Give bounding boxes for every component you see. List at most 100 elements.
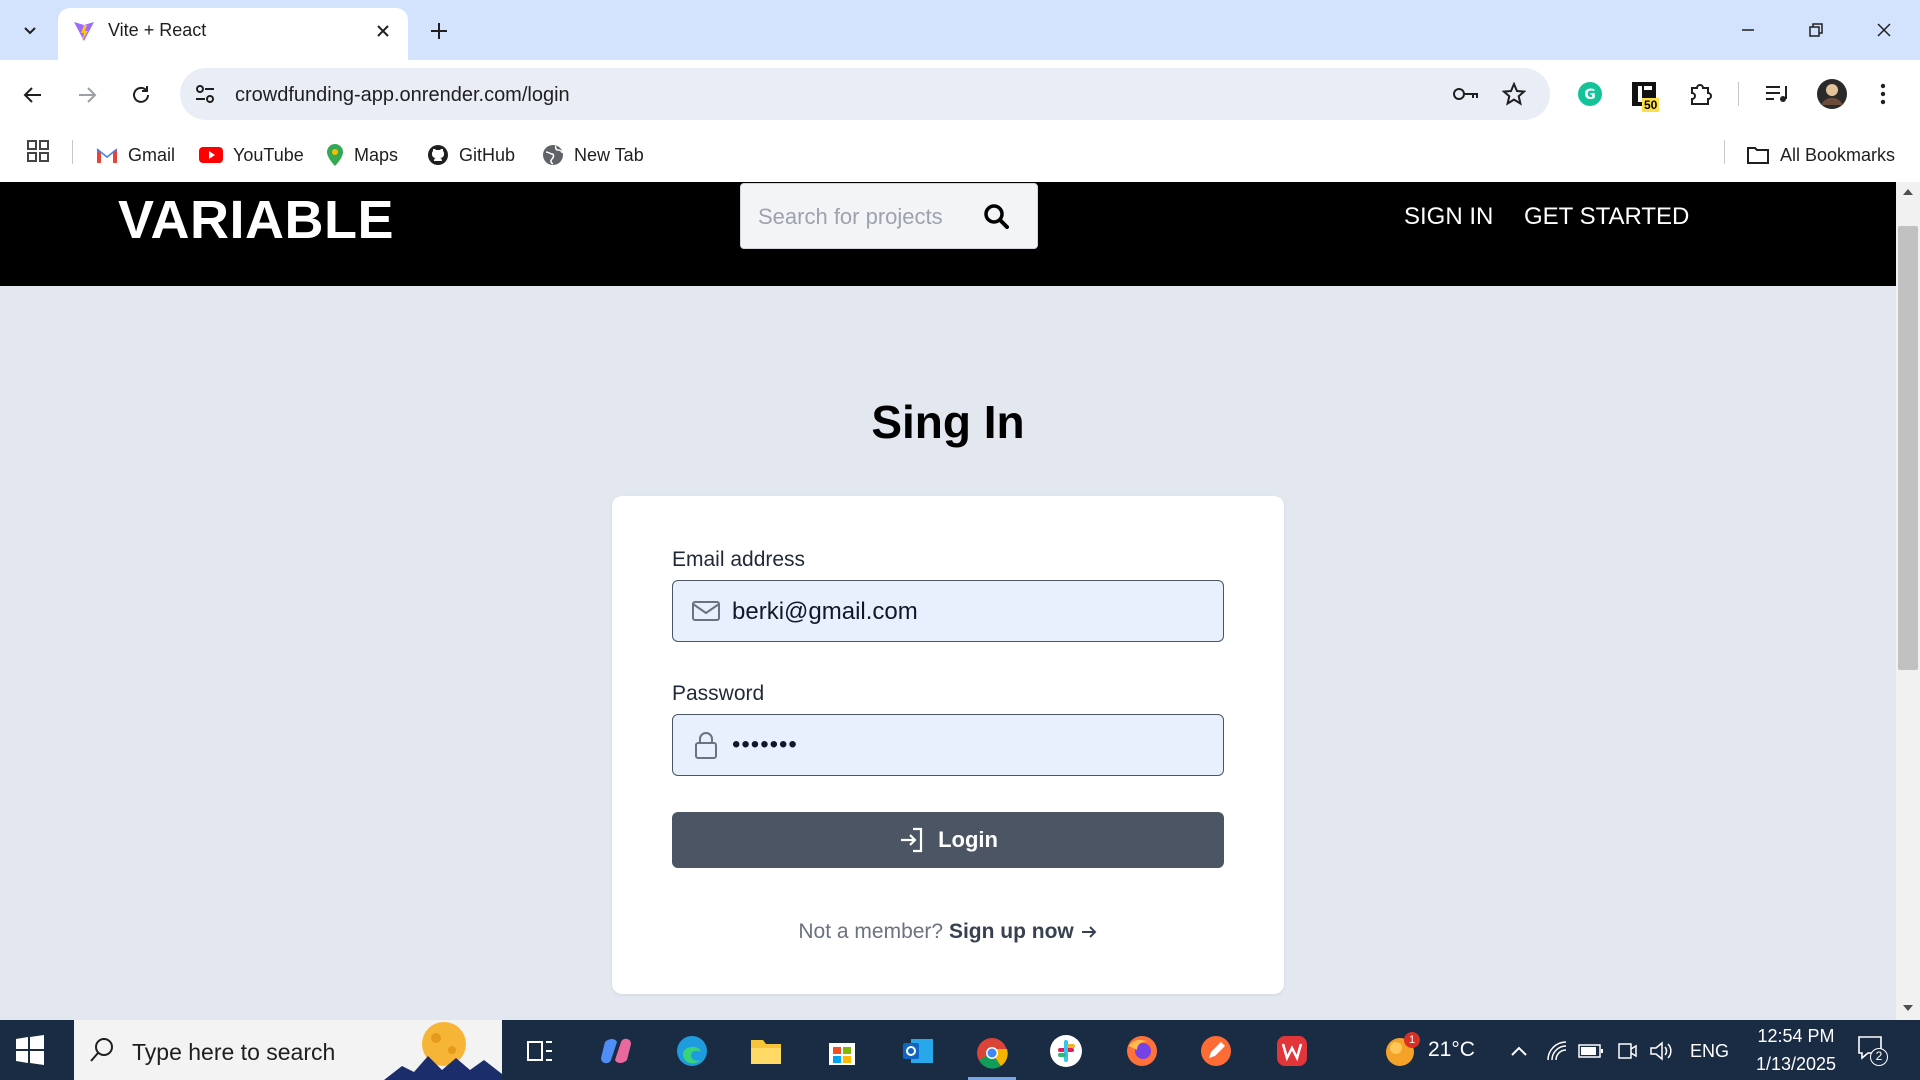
login-arrow-icon bbox=[901, 827, 923, 853]
email-value[interactable]: berki@gmail.com bbox=[732, 597, 918, 627]
scrollbar-thumb[interactable] bbox=[1898, 226, 1918, 670]
show-hidden-icons-icon[interactable] bbox=[1506, 1038, 1532, 1064]
meet-now-icon[interactable] bbox=[1614, 1038, 1640, 1064]
maps-pin-icon bbox=[327, 144, 343, 166]
vite-favicon-icon bbox=[72, 19, 96, 43]
chevron-down-icon bbox=[24, 27, 36, 35]
bookmark-new-tab[interactable]: New Tab bbox=[542, 138, 644, 172]
close-icon bbox=[377, 25, 389, 37]
arrow-right-icon bbox=[79, 87, 97, 103]
minimize-button[interactable] bbox=[1730, 14, 1766, 46]
search-icon bbox=[984, 204, 1009, 229]
bookmark-star-icon[interactable] bbox=[1502, 82, 1526, 106]
scroll-up-arrow-icon[interactable] bbox=[1902, 188, 1914, 196]
apps-grid-icon[interactable] bbox=[26, 139, 50, 163]
gmail-icon bbox=[96, 148, 118, 163]
sign-up-link-label[interactable]: Sign up now bbox=[949, 920, 1074, 943]
url-text[interactable]: crowdfunding-app.onrender.com/login bbox=[235, 83, 570, 107]
minimize-icon bbox=[1742, 29, 1754, 31]
bookmark-maps[interactable]: Maps bbox=[326, 138, 398, 172]
new-tab-button[interactable] bbox=[424, 16, 454, 46]
all-bookmarks-button[interactable]: All Bookmarks bbox=[1746, 138, 1895, 172]
outlook-app-icon[interactable] bbox=[894, 1028, 942, 1074]
bookmark-youtube[interactable]: YouTube bbox=[199, 138, 304, 172]
tab-search-button[interactable] bbox=[12, 12, 48, 48]
site-logo[interactable]: VARIABLE bbox=[118, 188, 394, 252]
reload-button[interactable] bbox=[122, 76, 160, 114]
bookmark-label: Maps bbox=[354, 144, 399, 165]
clock-date[interactable]: 1/13/2025 bbox=[1746, 1053, 1846, 1075]
restore-button[interactable] bbox=[1798, 14, 1834, 46]
project-search-input[interactable] bbox=[758, 202, 968, 232]
close-window-button[interactable] bbox=[1866, 14, 1902, 46]
bookmark-gmail[interactable]: Gmail bbox=[96, 138, 175, 172]
chrome-app-icon[interactable] bbox=[968, 1028, 1016, 1080]
folder-icon bbox=[1747, 147, 1769, 164]
input-language[interactable]: ENG bbox=[1690, 1041, 1729, 1062]
arrow-right-icon bbox=[1081, 926, 1097, 938]
bookmark-github[interactable]: GitHub bbox=[427, 138, 515, 172]
battery-icon[interactable] bbox=[1578, 1038, 1604, 1064]
extension-grammarly-icon[interactable]: G bbox=[1576, 80, 1604, 108]
search-icon bbox=[88, 1036, 116, 1064]
nav-sign-in-link[interactable]: SIGN IN bbox=[1404, 203, 1493, 231]
forward-button[interactable] bbox=[68, 76, 106, 114]
login-button-label: Login bbox=[938, 827, 998, 852]
nav-get-started-link[interactable]: GET STARTED bbox=[1524, 203, 1689, 231]
notification-center-icon[interactable]: 2 bbox=[1856, 1034, 1892, 1070]
site-info-icon[interactable] bbox=[194, 83, 216, 105]
arrow-left-icon bbox=[23, 87, 41, 103]
email-label: Email address bbox=[672, 548, 806, 571]
envelope-icon bbox=[690, 595, 722, 627]
pencil-app-icon[interactable] bbox=[1192, 1028, 1240, 1074]
wps-office-app-icon[interactable] bbox=[1268, 1028, 1316, 1074]
password-value[interactable]: ••••••• bbox=[732, 730, 798, 760]
extensions-puzzle-icon[interactable] bbox=[1686, 80, 1714, 108]
weather-icon[interactable]: 1 bbox=[1384, 1032, 1420, 1068]
toolbar-divider bbox=[1738, 82, 1739, 106]
svg-text:G: G bbox=[1584, 87, 1596, 103]
windows-logo-icon bbox=[16, 1035, 44, 1065]
plus-icon bbox=[431, 23, 447, 39]
weather-temperature[interactable]: 21°C bbox=[1428, 1038, 1475, 1062]
scroll-down-arrow-icon[interactable] bbox=[1902, 1004, 1914, 1012]
volume-icon[interactable] bbox=[1648, 1038, 1674, 1064]
media-queue-icon[interactable] bbox=[1764, 82, 1792, 106]
taskbar-search-placeholder[interactable]: Type here to search bbox=[132, 1039, 335, 1065]
login-button[interactable]: Login bbox=[672, 812, 1224, 868]
slack-app-icon[interactable] bbox=[1042, 1028, 1090, 1074]
page-title: Sing In bbox=[871, 396, 1025, 448]
restore-icon bbox=[1809, 23, 1823, 37]
bookmark-label: GitHub bbox=[459, 144, 516, 165]
task-view-icon[interactable] bbox=[516, 1028, 564, 1074]
lock-icon bbox=[690, 729, 722, 761]
bookmark-label: YouTube bbox=[233, 144, 304, 165]
search-button[interactable] bbox=[978, 198, 1014, 234]
youtube-icon bbox=[199, 147, 223, 163]
signup-prompt: Not a member? Sign up now bbox=[612, 918, 1284, 946]
file-explorer-icon[interactable] bbox=[742, 1028, 790, 1074]
globe-icon bbox=[543, 145, 563, 165]
edge-app-icon[interactable] bbox=[668, 1028, 716, 1074]
extension-badge-icon[interactable]: 50 bbox=[1630, 80, 1662, 114]
close-tab-button[interactable] bbox=[370, 18, 396, 44]
weather-badge: 1 bbox=[1404, 1032, 1420, 1048]
copilot-app-icon[interactable] bbox=[592, 1028, 640, 1074]
clock-time[interactable]: 12:54 PM bbox=[1746, 1025, 1846, 1047]
microsoft-store-icon[interactable] bbox=[818, 1028, 866, 1074]
back-button[interactable] bbox=[14, 76, 52, 114]
bookmark-label: Gmail bbox=[128, 144, 176, 165]
sign-up-link[interactable]: Sign up now bbox=[949, 920, 1098, 943]
firefox-app-icon[interactable] bbox=[1118, 1028, 1166, 1074]
profile-avatar[interactable] bbox=[1816, 78, 1848, 110]
more-menu-icon[interactable] bbox=[1878, 82, 1888, 106]
extension-badge-count: 50 bbox=[1642, 98, 1660, 112]
password-label: Password bbox=[672, 682, 765, 705]
tab-title: Vite + React bbox=[108, 20, 207, 40]
start-button[interactable] bbox=[14, 1034, 46, 1066]
github-icon bbox=[428, 145, 448, 165]
wifi-icon[interactable] bbox=[1544, 1038, 1570, 1064]
reload-icon bbox=[133, 86, 149, 103]
password-key-icon[interactable] bbox=[1452, 83, 1480, 105]
all-bookmarks-label: All Bookmarks bbox=[1780, 144, 1896, 165]
